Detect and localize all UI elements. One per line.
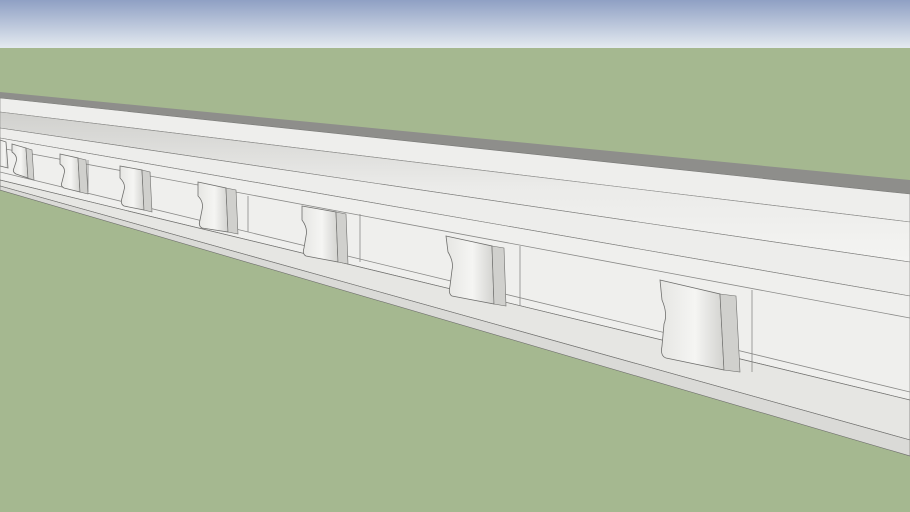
bracket-5	[197, 181, 239, 235]
scene-canvas[interactable]	[0, 0, 910, 512]
3d-viewport[interactable]	[0, 0, 910, 512]
bracket-4	[119, 165, 153, 213]
sky	[0, 0, 910, 48]
bracket-6	[301, 205, 349, 265]
bracket-3	[59, 153, 89, 195]
